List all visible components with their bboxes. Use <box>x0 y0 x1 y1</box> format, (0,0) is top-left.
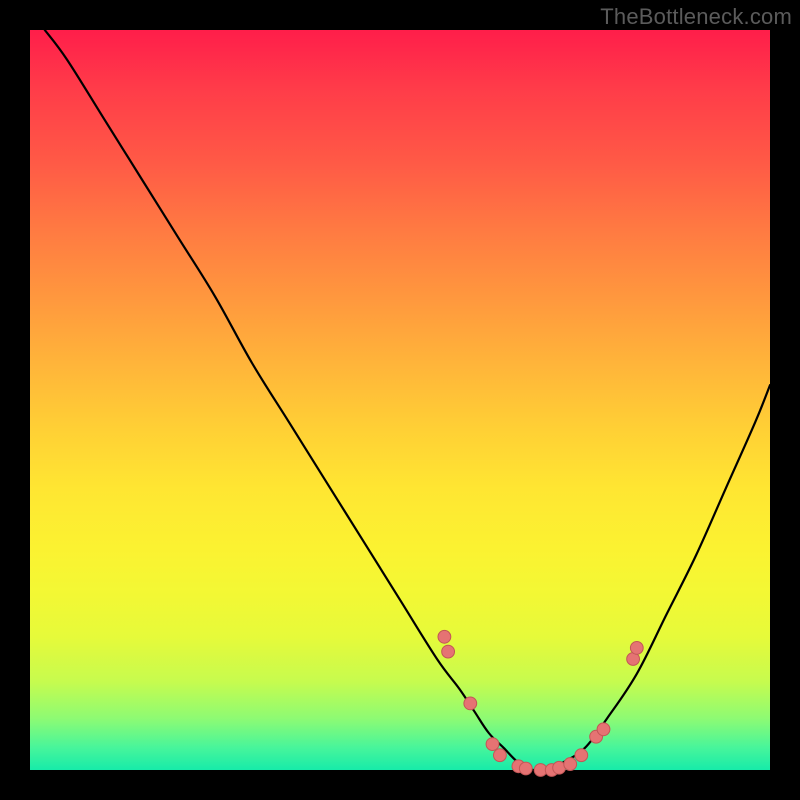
curve-marker-dot <box>442 645 455 658</box>
chart-frame: TheBottleneck.com <box>0 0 800 800</box>
curve-marker-dot <box>464 697 477 710</box>
curve-marker-dot <box>519 762 532 775</box>
curve-marker-dot <box>486 738 499 751</box>
curve-markers <box>438 630 643 776</box>
curve-marker-dot <box>438 630 451 643</box>
curve-marker-dot <box>494 749 507 762</box>
curve-marker-dot <box>564 758 577 771</box>
curve-svg <box>30 30 770 770</box>
curve-marker-dot <box>630 642 643 655</box>
watermark-text: TheBottleneck.com <box>600 4 792 30</box>
curve-marker-dot <box>597 723 610 736</box>
plot-area <box>30 30 770 770</box>
bottleneck-curve-path <box>45 30 770 771</box>
curve-marker-dot <box>575 749 588 762</box>
